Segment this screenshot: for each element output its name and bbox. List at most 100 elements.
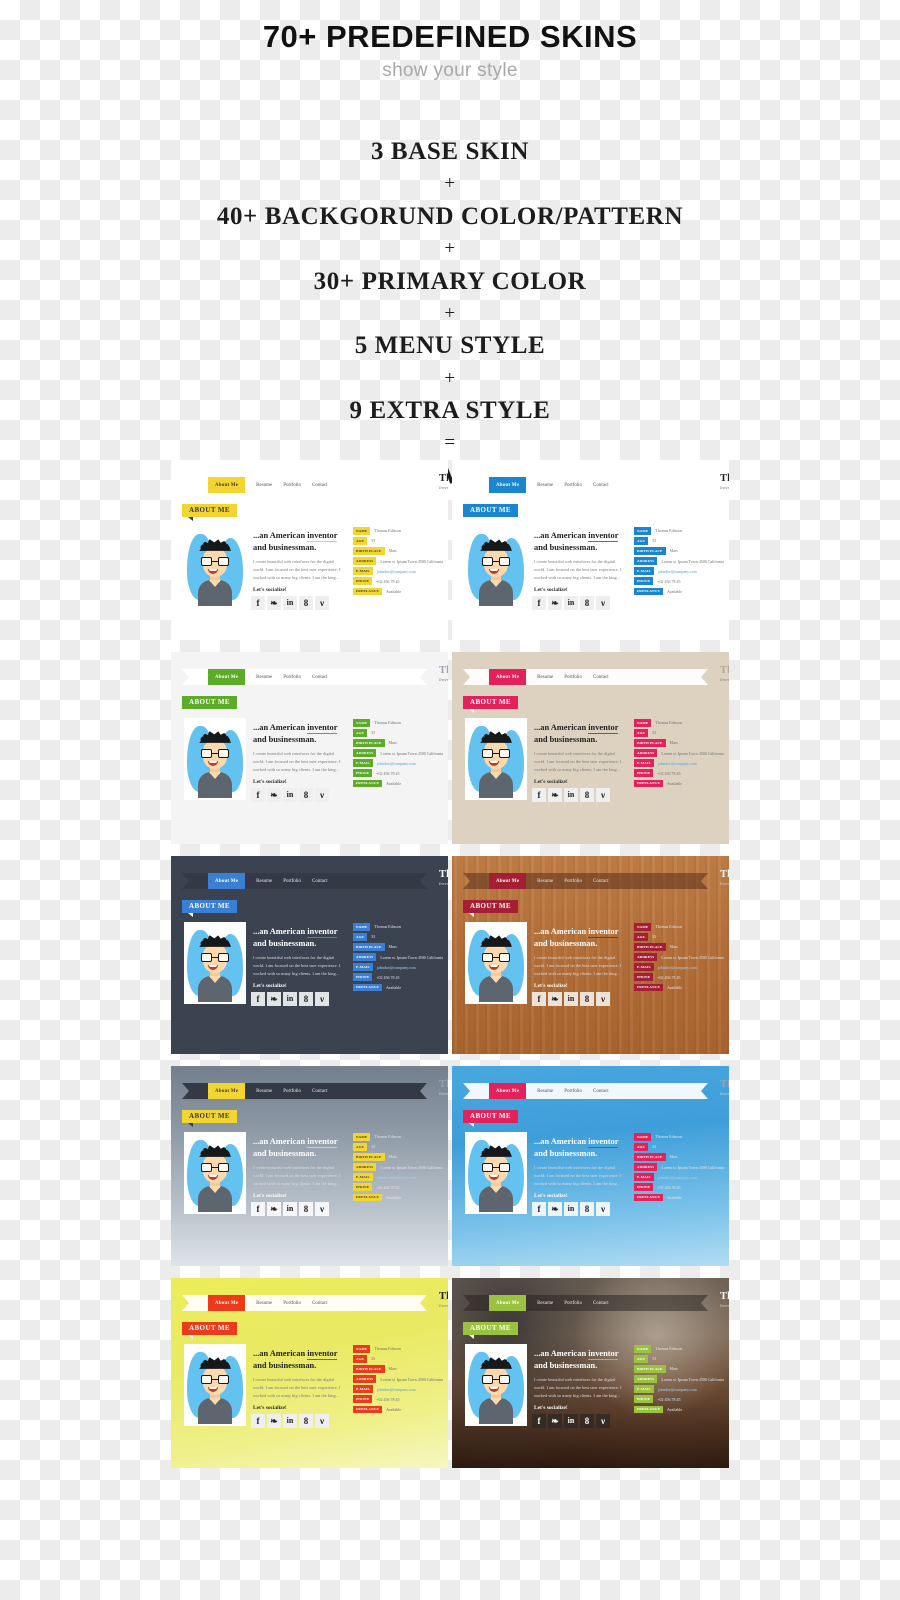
info-value[interactable]: johndoe@company.com bbox=[377, 1387, 416, 1392]
linkedin-icon[interactable]: in bbox=[564, 1414, 578, 1428]
nav-item-about-me[interactable]: About Me bbox=[489, 1083, 527, 1099]
vimeo-icon[interactable]: ν bbox=[315, 596, 329, 610]
nav-item-resume[interactable]: Resume bbox=[256, 483, 272, 488]
nav-item-contact[interactable]: Contact bbox=[593, 1301, 609, 1306]
nav-item-portfolio[interactable]: Portfolio bbox=[283, 1301, 301, 1306]
info-value[interactable]: johndoe@company.com bbox=[658, 569, 697, 574]
info-value[interactable]: johndoe@company.com bbox=[658, 965, 697, 970]
vimeo-icon[interactable]: ν bbox=[596, 1202, 610, 1216]
linkedin-icon[interactable]: in bbox=[564, 788, 578, 802]
googleplus-icon[interactable]: 8 bbox=[299, 596, 313, 610]
linkedin-icon[interactable]: in bbox=[564, 596, 578, 610]
nav-item-about-me[interactable]: About Me bbox=[489, 669, 527, 685]
nav-item-resume[interactable]: Resume bbox=[256, 675, 272, 680]
nav-item-portfolio[interactable]: Portfolio bbox=[283, 879, 301, 884]
nav-item-about-me[interactable]: About Me bbox=[208, 1083, 246, 1099]
facebook-icon[interactable]: f bbox=[251, 788, 265, 802]
skin-preview-card[interactable]: About Me Resume Portfolio Contact Thomas Edi… bbox=[452, 1278, 729, 1468]
nav-item-contact[interactable]: Contact bbox=[312, 879, 328, 884]
info-value[interactable]: johndoe@company.com bbox=[377, 1175, 416, 1180]
nav-item-resume[interactable]: Resume bbox=[256, 1089, 272, 1094]
nav-item-portfolio[interactable]: Portfolio bbox=[564, 675, 582, 680]
vimeo-icon[interactable]: ν bbox=[315, 992, 329, 1006]
skin-preview-card[interactable]: About Me Resume Portfolio Contact Thomas Edi… bbox=[171, 652, 448, 844]
info-value[interactable]: johndoe@company.com bbox=[658, 1175, 697, 1180]
twitter-icon[interactable]: ❧ bbox=[548, 596, 562, 610]
twitter-icon[interactable]: ❧ bbox=[267, 992, 281, 1006]
facebook-icon[interactable]: f bbox=[251, 1202, 265, 1216]
nav-item-resume[interactable]: Resume bbox=[256, 879, 272, 884]
linkedin-icon[interactable]: in bbox=[283, 1202, 297, 1216]
nav-item-about-me[interactable]: About Me bbox=[489, 1295, 527, 1311]
googleplus-icon[interactable]: 8 bbox=[299, 1414, 313, 1428]
linkedin-icon[interactable]: in bbox=[283, 992, 297, 1006]
skin-preview-card[interactable]: About Me Resume Portfolio Contact Thomas Edi… bbox=[452, 856, 729, 1054]
vimeo-icon[interactable]: ν bbox=[315, 788, 329, 802]
linkedin-icon[interactable]: in bbox=[283, 1414, 297, 1428]
nav-item-resume[interactable]: Resume bbox=[537, 1089, 553, 1094]
skin-preview-card[interactable]: About Me Resume Portfolio Contact Thomas Edi… bbox=[452, 460, 729, 640]
nav-item-about-me[interactable]: About Me bbox=[208, 873, 246, 889]
vimeo-icon[interactable]: ν bbox=[315, 1202, 329, 1216]
facebook-icon[interactable]: f bbox=[532, 1414, 546, 1428]
vimeo-icon[interactable]: ν bbox=[596, 992, 610, 1006]
nav-item-portfolio[interactable]: Portfolio bbox=[564, 1089, 582, 1094]
facebook-icon[interactable]: f bbox=[532, 992, 546, 1006]
twitter-icon[interactable]: ❧ bbox=[267, 788, 281, 802]
googleplus-icon[interactable]: 8 bbox=[299, 788, 313, 802]
twitter-icon[interactable]: ❧ bbox=[548, 1414, 562, 1428]
nav-item-contact[interactable]: Contact bbox=[312, 675, 328, 680]
nav-item-resume[interactable]: Resume bbox=[537, 879, 553, 884]
nav-item-portfolio[interactable]: Portfolio bbox=[564, 483, 582, 488]
nav-item-resume[interactable]: Resume bbox=[537, 483, 553, 488]
vimeo-icon[interactable]: ν bbox=[596, 596, 610, 610]
vimeo-icon[interactable]: ν bbox=[596, 1414, 610, 1428]
nav-item-contact[interactable]: Contact bbox=[593, 483, 609, 488]
nav-item-contact[interactable]: Contact bbox=[593, 1089, 609, 1094]
skin-preview-card[interactable]: About Me Resume Portfolio Contact Thomas Edi… bbox=[171, 856, 448, 1054]
vimeo-icon[interactable]: ν bbox=[596, 788, 610, 802]
nav-item-contact[interactable]: Contact bbox=[312, 1301, 328, 1306]
googleplus-icon[interactable]: 8 bbox=[299, 1202, 313, 1216]
facebook-icon[interactable]: f bbox=[532, 788, 546, 802]
nav-item-resume[interactable]: Resume bbox=[256, 1301, 272, 1306]
info-value[interactable]: johndoe@company.com bbox=[377, 965, 416, 970]
twitter-icon[interactable]: ❧ bbox=[548, 1202, 562, 1216]
skin-preview-card[interactable]: About Me Resume Portfolio Contact Thomas Edi… bbox=[171, 1066, 448, 1266]
nav-item-about-me[interactable]: About Me bbox=[489, 873, 527, 889]
info-value[interactable]: johndoe@company.com bbox=[377, 761, 416, 766]
info-value[interactable]: johndoe@company.com bbox=[658, 1387, 697, 1392]
twitter-icon[interactable]: ❧ bbox=[548, 788, 562, 802]
facebook-icon[interactable]: f bbox=[251, 1414, 265, 1428]
info-value[interactable]: johndoe@company.com bbox=[658, 761, 697, 766]
nav-item-portfolio[interactable]: Portfolio bbox=[283, 483, 301, 488]
nav-item-contact[interactable]: Contact bbox=[593, 879, 609, 884]
vimeo-icon[interactable]: ν bbox=[315, 1414, 329, 1428]
nav-item-portfolio[interactable]: Portfolio bbox=[283, 675, 301, 680]
twitter-icon[interactable]: ❧ bbox=[548, 992, 562, 1006]
nav-item-contact[interactable]: Contact bbox=[593, 675, 609, 680]
nav-item-resume[interactable]: Resume bbox=[537, 1301, 553, 1306]
facebook-icon[interactable]: f bbox=[251, 992, 265, 1006]
facebook-icon[interactable]: f bbox=[532, 1202, 546, 1216]
nav-item-about-me[interactable]: About Me bbox=[489, 477, 527, 493]
googleplus-icon[interactable]: 8 bbox=[580, 788, 594, 802]
info-value[interactable]: johndoe@company.com bbox=[377, 569, 416, 574]
nav-item-contact[interactable]: Contact bbox=[312, 1089, 328, 1094]
nav-item-about-me[interactable]: About Me bbox=[208, 477, 246, 493]
googleplus-icon[interactable]: 8 bbox=[580, 1202, 594, 1216]
linkedin-icon[interactable]: in bbox=[283, 788, 297, 802]
nav-item-contact[interactable]: Contact bbox=[312, 483, 328, 488]
skin-preview-card[interactable]: About Me Resume Portfolio Contact Thomas Edi… bbox=[452, 1066, 729, 1266]
nav-item-resume[interactable]: Resume bbox=[537, 675, 553, 680]
linkedin-icon[interactable]: in bbox=[283, 596, 297, 610]
twitter-icon[interactable]: ❧ bbox=[267, 596, 281, 610]
nav-item-portfolio[interactable]: Portfolio bbox=[564, 1301, 582, 1306]
nav-item-portfolio[interactable]: Portfolio bbox=[564, 879, 582, 884]
skin-preview-card[interactable]: About Me Resume Portfolio Contact Thomas Edi… bbox=[171, 460, 448, 640]
facebook-icon[interactable]: f bbox=[532, 596, 546, 610]
googleplus-icon[interactable]: 8 bbox=[580, 1414, 594, 1428]
twitter-icon[interactable]: ❧ bbox=[267, 1414, 281, 1428]
nav-item-about-me[interactable]: About Me bbox=[208, 669, 246, 685]
linkedin-icon[interactable]: in bbox=[564, 992, 578, 1006]
